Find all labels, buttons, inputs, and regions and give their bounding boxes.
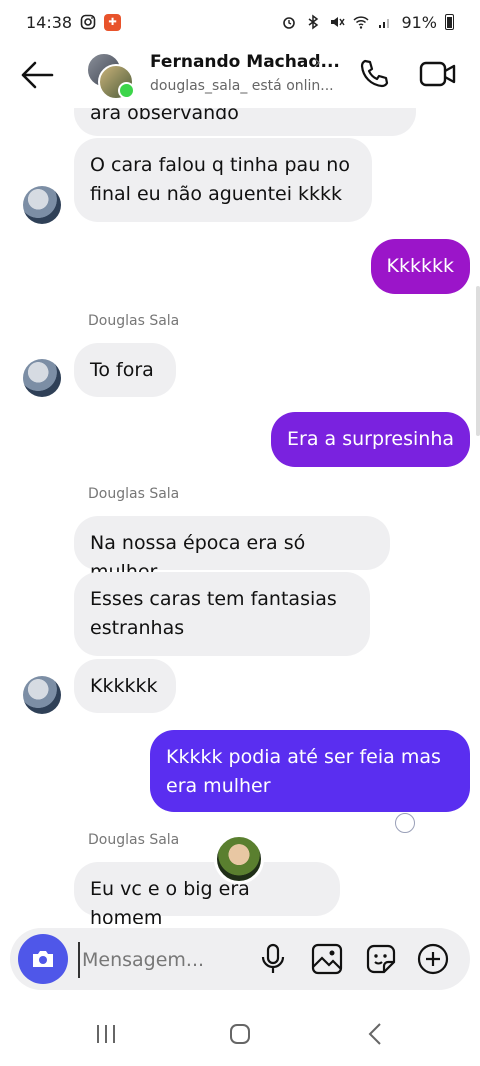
camera-icon xyxy=(33,951,53,967)
chevron-right-icon[interactable]: › xyxy=(314,52,321,73)
microphone-icon[interactable] xyxy=(256,942,290,976)
signal-icon xyxy=(379,19,390,28)
status-right: 91% xyxy=(281,13,454,32)
phone-icon[interactable] xyxy=(356,56,392,92)
battery-icon xyxy=(445,14,454,30)
sender-name: Douglas Sala xyxy=(88,486,180,502)
message-bubble-incoming[interactable]: Na nossa época era só mulher xyxy=(74,516,390,583)
bluetooth-icon xyxy=(308,14,319,30)
status-bar: 14:38 ✚ 91% xyxy=(0,0,480,44)
message-bubble-incoming[interactable]: ara observando xyxy=(74,108,416,136)
avatar[interactable] xyxy=(23,359,61,397)
scrollbar[interactable] xyxy=(476,286,480,436)
chat-header: Fernando Machad... › douglas_sala_ está … xyxy=(0,44,480,108)
message-bubble-incoming[interactable]: O cara falou q tinha pau no final eu não… xyxy=(74,138,372,222)
message-list[interactable]: ara observando O cara falou q tinha pau … xyxy=(0,108,480,924)
app-notification-icon: ✚ xyxy=(104,13,122,31)
avatar[interactable] xyxy=(23,676,61,714)
status-time: 14:38 xyxy=(26,12,73,32)
plus-circle-icon[interactable] xyxy=(416,942,450,976)
avatar[interactable] xyxy=(23,186,61,224)
read-receipt-icon xyxy=(395,813,415,833)
mute-icon xyxy=(331,17,346,27)
image-icon[interactable] xyxy=(310,942,344,976)
message-bubble-outgoing[interactable]: Era a surpresinha xyxy=(271,412,470,467)
instagram-icon xyxy=(80,14,96,30)
message-bubble-outgoing[interactable]: Kkkkkk xyxy=(370,239,470,294)
message-composer xyxy=(10,928,470,990)
typing-avatar xyxy=(214,834,264,884)
system-navigation-bar xyxy=(0,1002,480,1066)
message-bubble-incoming[interactable]: Esses caras tem fantasias estranhas xyxy=(74,572,370,656)
chat-title[interactable]: Fernando Machad... xyxy=(150,52,340,72)
sender-name: Douglas Sala xyxy=(88,832,180,848)
video-camera-icon[interactable] xyxy=(418,56,458,92)
message-bubble-incoming[interactable]: Kkkkkk xyxy=(74,659,176,713)
message-bubble-incoming[interactable]: To fora xyxy=(74,343,176,397)
wifi-icon xyxy=(353,16,369,29)
message-bubble-incoming[interactable]: Eu vc e o big era homem xyxy=(74,862,340,924)
home-icon[interactable] xyxy=(224,1018,256,1050)
sticker-icon[interactable] xyxy=(364,942,398,976)
message-input[interactable] xyxy=(78,942,254,978)
camera-button[interactable] xyxy=(18,934,68,984)
chat-status: douglas_sala_ está onlin... xyxy=(150,78,334,94)
sender-name: Douglas Sala xyxy=(88,313,180,329)
alarm-icon xyxy=(283,17,296,29)
status-left: 14:38 ✚ xyxy=(26,12,122,32)
back-nav-icon[interactable] xyxy=(360,1018,392,1050)
online-indicator xyxy=(118,82,135,99)
recent-apps-icon[interactable] xyxy=(90,1018,122,1050)
message-bubble-outgoing[interactable]: Kkkkk podia até ser feia mas era mulher xyxy=(150,730,470,812)
battery-percent: 91% xyxy=(401,12,437,32)
group-avatar[interactable] xyxy=(86,52,135,100)
arrow-left-icon[interactable] xyxy=(18,58,56,92)
